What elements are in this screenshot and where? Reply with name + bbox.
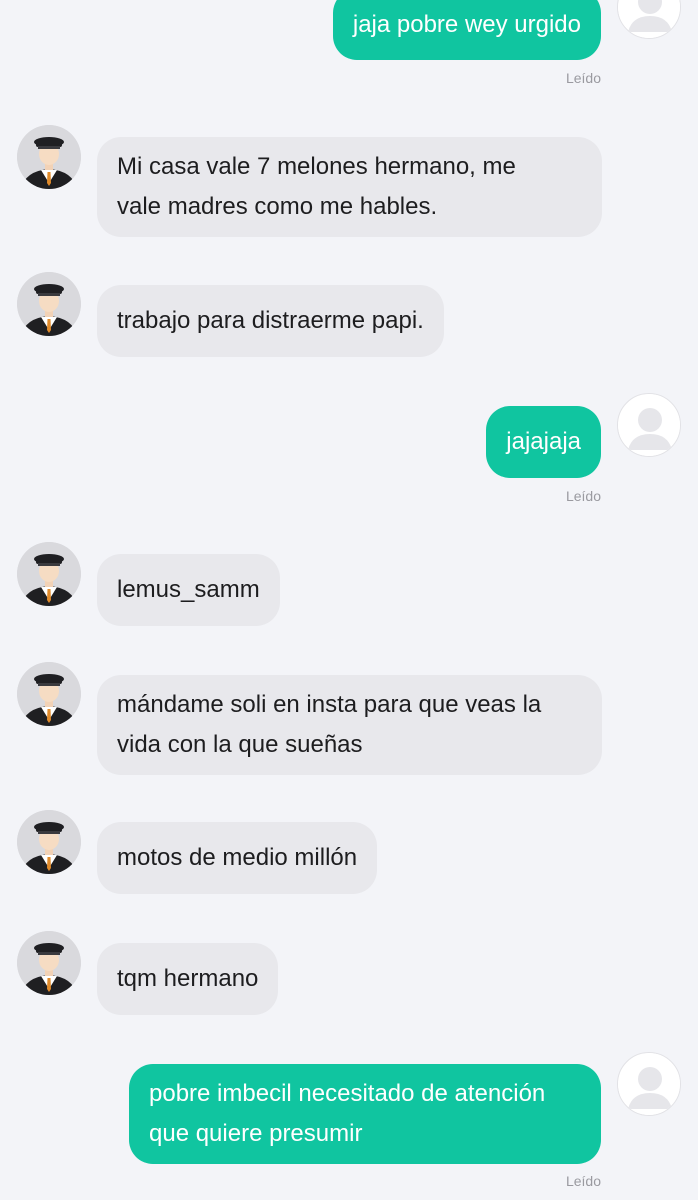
- message-bubble[interactable]: mándame soli en insta para que veas la v…: [97, 675, 602, 775]
- contact-avatar-icon[interactable]: [17, 542, 81, 606]
- message-bubble[interactable]: jaja pobre wey urgido: [332, 0, 601, 60]
- read-status: Leído: [565, 1173, 601, 1189]
- read-status: Leído: [565, 488, 601, 504]
- contact-avatar-icon[interactable]: [17, 810, 81, 874]
- contact-avatar-icon[interactable]: [17, 931, 81, 995]
- message-bubble[interactable]: tqm hermano: [97, 943, 279, 1015]
- user-avatar-icon[interactable]: [617, 1052, 681, 1116]
- read-status: Leído: [565, 70, 601, 86]
- message-bubble[interactable]: pobre imbecil necesitado de atención que…: [129, 1064, 601, 1164]
- user-avatar-icon[interactable]: [617, 0, 681, 39]
- message-bubble[interactable]: trabajo para distraerme papi.: [97, 285, 444, 357]
- contact-avatar-icon[interactable]: [17, 662, 81, 726]
- message-bubble[interactable]: Mi casa vale 7 melones hermano, me vale …: [97, 137, 602, 237]
- contact-avatar-icon[interactable]: [17, 125, 81, 189]
- message-bubble[interactable]: lemus_samm: [97, 554, 280, 626]
- contact-avatar-icon[interactable]: [17, 272, 81, 336]
- message-bubble[interactable]: motos de medio millón: [97, 822, 378, 894]
- message-bubble[interactable]: jajajaja: [486, 406, 601, 478]
- user-avatar-icon[interactable]: [617, 393, 681, 457]
